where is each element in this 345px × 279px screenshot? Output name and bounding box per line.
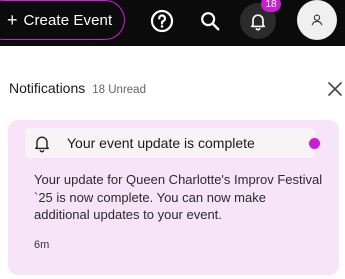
question-circle-icon: [150, 9, 174, 33]
search-icon: [201, 12, 220, 31]
notification-title: Your event update is complete: [67, 135, 255, 151]
notifications-header: Notifications 18 Unread: [9, 80, 345, 100]
unread-count: 18 Unread: [92, 84, 146, 96]
notifications-title: Notifications: [9, 80, 86, 96]
user-icon: [311, 14, 323, 26]
user-avatar-button[interactable]: [297, 0, 337, 40]
notification-time: 6m: [34, 239, 50, 251]
notification-card-header: Your event update is complete: [25, 128, 315, 158]
notification-body: Your update for Queen Charlotte's Improv…: [34, 172, 323, 222]
search-button[interactable]: [197, 8, 223, 34]
help-button[interactable]: [149, 8, 175, 34]
bell-icon: [35, 136, 49, 153]
close-notifications-button[interactable]: [327, 81, 343, 97]
top-navigation-bar: + Create Event 18: [0, 0, 345, 46]
unread-indicator: [309, 138, 320, 149]
notification-card[interactable]: Your event update is complete Your updat…: [8, 120, 339, 275]
create-event-button[interactable]: + Create Event: [0, 0, 125, 40]
close-icon: [328, 82, 342, 96]
bell-icon: [250, 14, 266, 31]
create-event-label: Create Event: [23, 11, 113, 29]
plus-icon: +: [7, 9, 18, 30]
notifications-badge: 18: [261, 0, 281, 12]
